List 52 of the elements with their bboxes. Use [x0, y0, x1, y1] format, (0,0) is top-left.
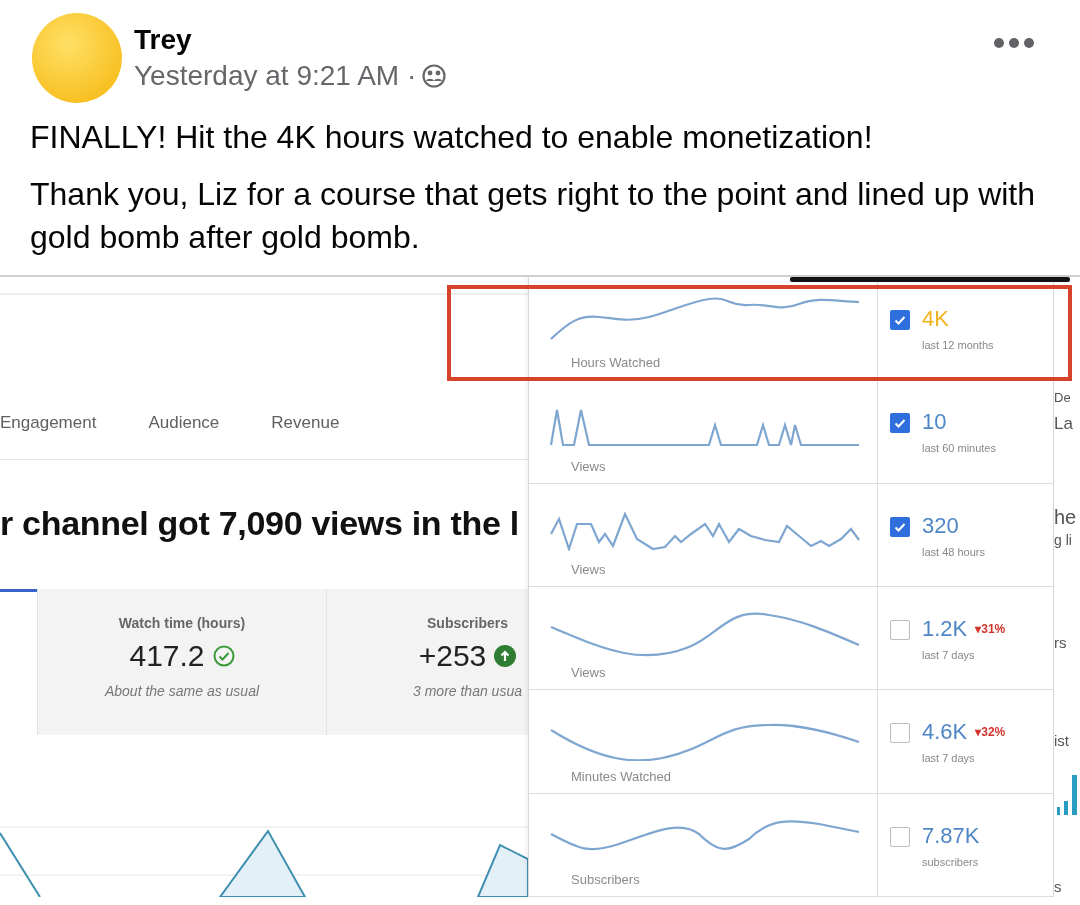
metric-value: 10	[922, 410, 947, 435]
cut-off-text: rs	[1054, 635, 1068, 650]
metric-card[interactable]: Subscribers +253 3 more than usua	[326, 589, 528, 735]
metric-checkbox[interactable]	[890, 723, 910, 744]
author-name[interactable]: Trey	[134, 24, 988, 56]
cut-off-text: ist	[1054, 733, 1070, 748]
headline: r channel got 7,090 views in the l	[0, 504, 520, 543]
metric-checkbox[interactable]	[890, 826, 910, 847]
card-value: +253	[418, 639, 487, 673]
metric-change: ▾32%	[975, 725, 1006, 740]
bar-chart-drawing	[1057, 775, 1077, 815]
cut-off-text: he	[1054, 507, 1078, 527]
metric-period: last 12 months	[922, 339, 994, 351]
metric-checkbox[interactable]	[890, 516, 910, 537]
metric-checkbox[interactable]	[890, 310, 910, 330]
metric-change: ▾31%	[975, 622, 1006, 636]
metric-value: 4K	[922, 307, 949, 331]
card-value: 417.2	[129, 639, 205, 673]
post-text: Thank you, Liz for a course that gets right to the point and lined up with gold bomb after gold bomb.	[30, 175, 1037, 257]
card-note: About the same as usual	[104, 683, 260, 699]
friends-icon	[422, 64, 447, 88]
metric-value: 7.87K	[922, 823, 980, 848]
metric-label: Minutes Watched	[571, 768, 672, 784]
card-label: Subscribers	[427, 615, 508, 631]
metric-value: 320	[922, 513, 959, 538]
check-circle-icon	[212, 645, 235, 667]
metric-period: last 7 days	[922, 649, 976, 661]
metric-period: last 7 days	[922, 752, 976, 765]
card-note: 3 more than usua	[413, 683, 522, 699]
metric-value: 4.6K	[922, 720, 968, 745]
metric-checkbox[interactable]	[890, 620, 910, 640]
metric-period: subscribers	[922, 855, 980, 868]
metric-label: Hours Watched	[571, 355, 662, 371]
metric-card[interactable]: Watch time (hours) 417.2 About the same as usual	[37, 589, 326, 735]
metric-label: Views	[571, 665, 607, 681]
cut-off-text: g li	[1054, 533, 1073, 547]
analytics-tab[interactable]: Engagement	[0, 413, 97, 436]
metric-period: last 60 minutes	[922, 442, 996, 455]
metric-label: Views	[571, 562, 607, 577]
post-time: Yesterday at 9:21 AM ·	[134, 60, 417, 92]
card-label: Watch time (hours)	[118, 615, 246, 631]
cut-off-text: La	[1054, 415, 1074, 432]
metric-label: Subscribers	[571, 871, 641, 887]
post-text: FINALLY! Hit the 4K hours watched to enable monetization!	[30, 118, 874, 157]
analytics-tab[interactable]: Revenue	[271, 413, 340, 436]
metric-period: last 48 hours	[922, 545, 985, 558]
cut-off-text: De	[1054, 391, 1072, 404]
metric-checkbox[interactable]	[890, 413, 910, 434]
metric-label: Views	[571, 458, 607, 474]
metric-value: 1.2K	[922, 617, 968, 641]
cut-off-text: s	[1054, 879, 1063, 894]
analytics-tab[interactable]: Audience	[148, 413, 220, 436]
